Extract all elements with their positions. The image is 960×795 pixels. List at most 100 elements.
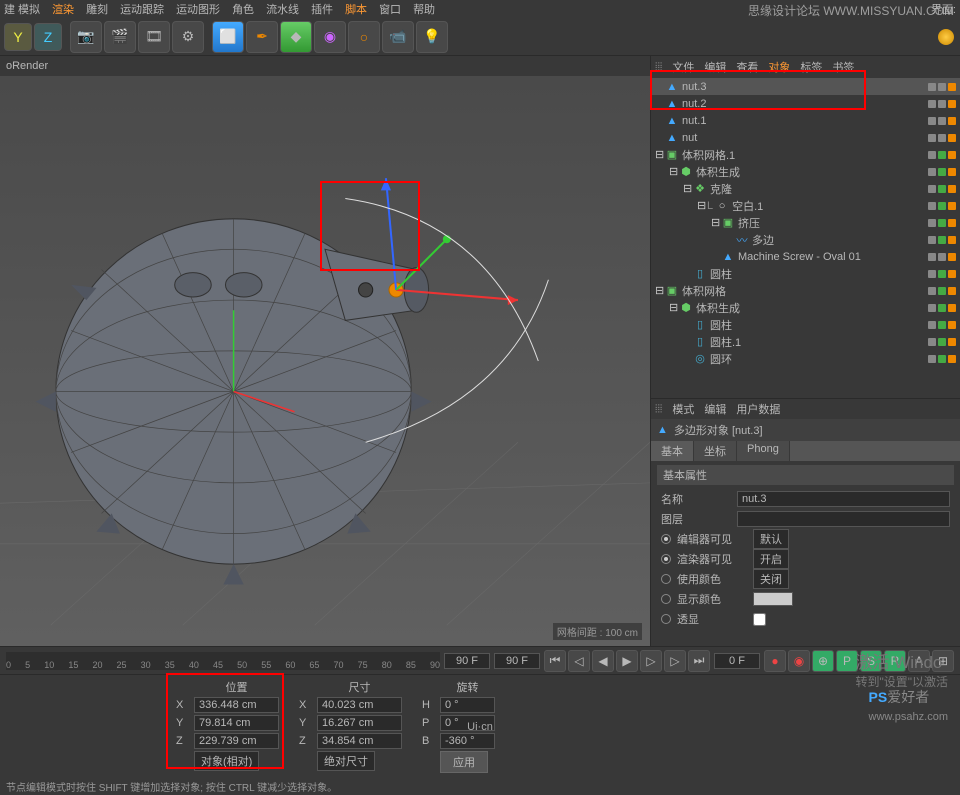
- environment-button[interactable]: ○: [348, 21, 380, 53]
- play-button[interactable]: ▶: [616, 650, 638, 672]
- tree-item[interactable]: ▲nut.1: [651, 112, 960, 129]
- menu-item[interactable]: 插件: [311, 1, 333, 17]
- om-tab[interactable]: 书签: [832, 59, 854, 75]
- menu-item[interactable]: 窗口: [379, 1, 401, 17]
- 3d-viewport[interactable]: 网格间距 : 100 cm: [0, 76, 650, 646]
- tab-phong[interactable]: Phong: [737, 441, 790, 461]
- attr-tab[interactable]: 用户数据: [736, 401, 780, 417]
- render-vis-dropdown[interactable]: 开启: [753, 549, 789, 569]
- menu-item[interactable]: 运动跟踪: [120, 1, 164, 17]
- rot-header: 旋转: [422, 679, 495, 695]
- layer-field[interactable]: [737, 511, 950, 527]
- prev-key-button[interactable]: ◁: [568, 650, 590, 672]
- attribute-manager: ⦙⦙⦙ 模式 编辑 用户数据 ▲ 多边形对象 [nut.3] 基本 坐标 Pho…: [651, 398, 960, 646]
- tree-item[interactable]: ⊟⬢体积生成: [651, 163, 960, 180]
- render-picture-button[interactable]: 🎞: [138, 21, 170, 53]
- pos-z-input[interactable]: [194, 733, 279, 749]
- menu-item[interactable]: 帮助: [413, 1, 435, 17]
- attr-tab[interactable]: 编辑: [704, 401, 726, 417]
- tree-item[interactable]: ⊟⬢体积生成: [651, 299, 960, 316]
- om-tab[interactable]: 编辑: [704, 59, 726, 75]
- camera-button[interactable]: 📹: [382, 21, 414, 53]
- clone-icon: ❖: [693, 182, 707, 196]
- render-settings-button[interactable]: ⚙: [172, 21, 204, 53]
- size-y-input[interactable]: [317, 715, 402, 731]
- material-ball-icon[interactable]: [938, 29, 954, 45]
- tree-item[interactable]: ⊟L○空白.1: [651, 197, 960, 214]
- tree-item[interactable]: ▲nut: [651, 129, 960, 146]
- tree-item[interactable]: ⊟❖克隆: [651, 180, 960, 197]
- tree-item[interactable]: ▲Machine Screw - Oval 01: [651, 248, 960, 265]
- menu-item[interactable]: 运动图形: [176, 1, 220, 17]
- autokey-button[interactable]: ◉: [788, 650, 810, 672]
- windows-activate: 激活 Windo 转到"设置"以激活: [855, 648, 948, 690]
- radio-icon[interactable]: [661, 534, 671, 544]
- tree-item[interactable]: ▯圆柱: [651, 265, 960, 282]
- tab-basic[interactable]: 基本: [651, 441, 694, 461]
- tree-item[interactable]: ▯圆柱: [651, 316, 960, 333]
- menu-item[interactable]: 雕刻: [86, 1, 108, 17]
- om-tab[interactable]: 文件: [672, 59, 694, 75]
- tree-item[interactable]: 〰多边: [651, 231, 960, 248]
- coord-mode-dropdown[interactable]: 对象(相对): [194, 751, 259, 771]
- pos-y-input[interactable]: [194, 715, 279, 731]
- editor-vis-dropdown[interactable]: 默认: [753, 529, 789, 549]
- goto-end-button[interactable]: ⏭: [688, 650, 710, 672]
- rot-b-input[interactable]: [440, 733, 495, 749]
- object-tree[interactable]: ▲nut.3▲nut.2▲nut.1▲nut⊟▣体积网格.1⊟⬢体积生成⊟❖克隆…: [651, 78, 960, 398]
- name-field[interactable]: [737, 491, 950, 507]
- tree-item[interactable]: ⊟▣挤压: [651, 214, 960, 231]
- render-region-button[interactable]: 🎬: [104, 21, 136, 53]
- next-key-button[interactable]: ▷: [664, 650, 686, 672]
- size-mode-dropdown[interactable]: 绝对尺寸: [317, 751, 375, 771]
- menu-item[interactable]: 流水线: [266, 1, 299, 17]
- om-tab[interactable]: 对象: [768, 59, 790, 75]
- prev-frame-button[interactable]: ◀: [592, 650, 614, 672]
- radio-icon[interactable]: [661, 554, 671, 564]
- om-tab[interactable]: 查看: [736, 59, 758, 75]
- render-view-button[interactable]: 📷: [70, 21, 102, 53]
- menu-item[interactable]: 渲染: [52, 1, 74, 17]
- tree-item[interactable]: ⊟▣体积网格: [651, 282, 960, 299]
- tab-coord[interactable]: 坐标: [694, 441, 737, 461]
- xray-checkbox[interactable]: [753, 613, 766, 626]
- tree-item[interactable]: ◎圆环: [651, 350, 960, 367]
- size-x-input[interactable]: [317, 697, 402, 713]
- tree-item[interactable]: ⊟▣体积网格.1: [651, 146, 960, 163]
- name-label: 名称: [661, 491, 731, 507]
- deformer-button[interactable]: ◉: [314, 21, 346, 53]
- next-frame-button[interactable]: ▷: [640, 650, 662, 672]
- axis-z-button[interactable]: Z: [34, 23, 62, 51]
- cyl-icon: ▯: [693, 267, 707, 281]
- frame-end-input[interactable]: [444, 653, 490, 669]
- usecolor-dropdown[interactable]: 关闭: [753, 569, 789, 589]
- goto-start-button[interactable]: ⏮: [544, 650, 566, 672]
- apply-button[interactable]: 应用: [440, 751, 488, 773]
- tree-item[interactable]: ▯圆柱.1: [651, 333, 960, 350]
- attr-tab[interactable]: 模式: [672, 401, 694, 417]
- om-tab[interactable]: 标签: [800, 59, 822, 75]
- tree-item[interactable]: ▲nut.3: [651, 78, 960, 95]
- axis-y-button[interactable]: Y: [4, 23, 32, 51]
- pos-x-input[interactable]: [194, 697, 279, 713]
- tree-item[interactable]: ▲nut.2: [651, 95, 960, 112]
- cube-primitive-button[interactable]: ⬜: [212, 21, 244, 53]
- menu-item[interactable]: 建 模拟: [4, 1, 40, 17]
- rot-h-input[interactable]: [440, 697, 495, 713]
- radio-icon[interactable]: [661, 614, 671, 624]
- key-all-button[interactable]: ⊕: [812, 650, 834, 672]
- menu-item[interactable]: 脚本: [345, 1, 367, 17]
- color-swatch[interactable]: [753, 592, 793, 606]
- pen-tool-button[interactable]: ✒: [246, 21, 278, 53]
- frame-current-input[interactable]: [494, 653, 540, 669]
- frame-total-input[interactable]: [714, 653, 760, 669]
- light-button[interactable]: 💡: [416, 21, 448, 53]
- radio-icon[interactable]: [661, 594, 671, 604]
- timeline: 051015202530354045505560657075808590 ⏮ ◁…: [0, 646, 960, 674]
- timeline-track[interactable]: 051015202530354045505560657075808590: [6, 652, 440, 670]
- menu-item[interactable]: 角色: [232, 1, 254, 17]
- record-button[interactable]: ●: [764, 650, 786, 672]
- size-z-input[interactable]: [317, 733, 402, 749]
- radio-icon[interactable]: [661, 574, 671, 584]
- generator-button[interactable]: ◆: [280, 21, 312, 53]
